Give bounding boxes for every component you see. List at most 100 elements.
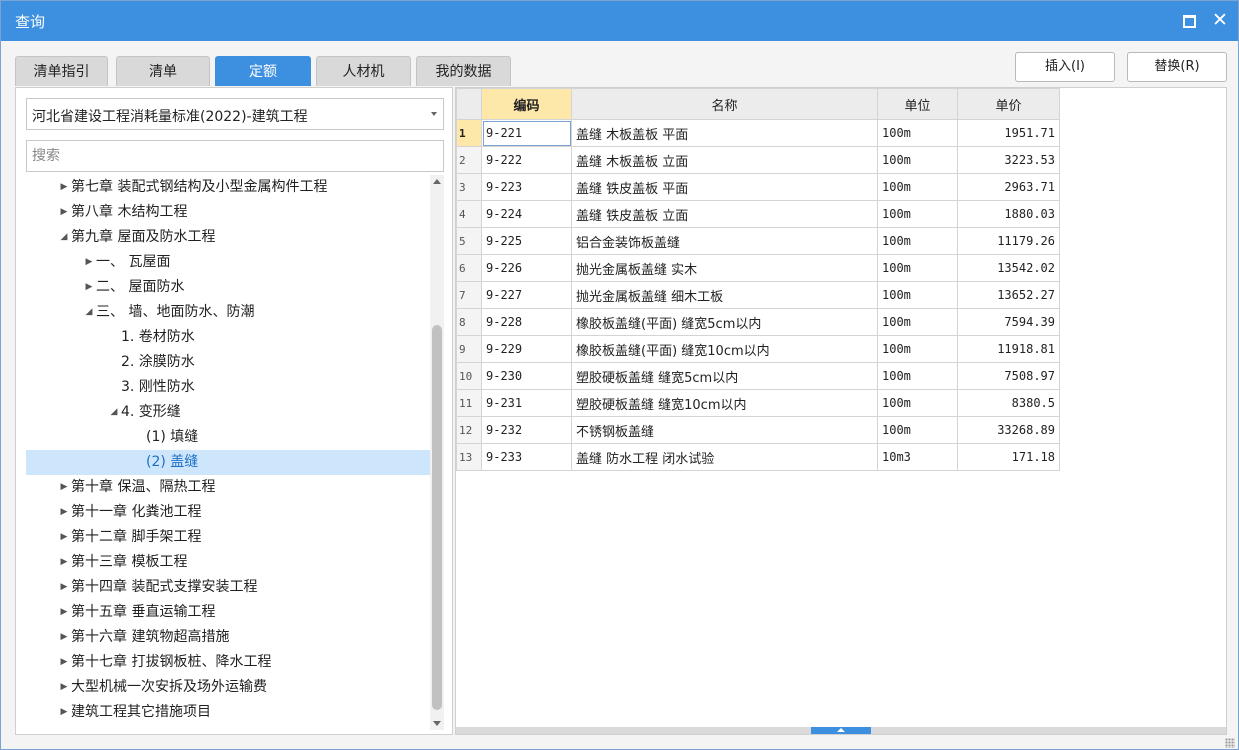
row-index[interactable]: 6 — [456, 254, 482, 282]
unit-cell[interactable]: 100m — [877, 200, 958, 228]
code-cell[interactable]: 9-222 — [481, 146, 572, 174]
row-index[interactable]: 5 — [456, 227, 482, 255]
row-index[interactable]: 11 — [456, 389, 482, 417]
name-cell[interactable]: 盖缝 防水工程 闭水试验 — [571, 443, 878, 471]
unit-cell[interactable]: 100m — [877, 308, 958, 336]
code-cell[interactable]: 9-230 — [481, 362, 572, 390]
code-cell[interactable]: 9-225 — [481, 227, 572, 255]
table-row[interactable]: 12 9-232 不锈钢板盖缝 100m 33268.89 — [456, 416, 1060, 444]
table-row[interactable]: 11 9-231 塑胶硬板盖缝 缝宽10cm以内 100m 8380.5 — [456, 389, 1060, 417]
code-cell[interactable]: 9-221 — [481, 119, 572, 147]
code-cell[interactable]: 9-223 — [481, 173, 572, 201]
tree-item[interactable]: ◢ 三、 墙、地面防水、防潮 — [26, 300, 430, 325]
tree-item[interactable]: ▶ 第十二章 脚手架工程 — [26, 525, 430, 550]
table-row[interactable]: 8 9-228 橡胶板盖缝(平面) 缝宽5cm以内 100m 7594.39 — [456, 308, 1060, 336]
header-unit[interactable]: 单位 — [877, 88, 958, 120]
collapsed-arrow-icon[interactable]: ▶ — [58, 200, 70, 225]
tab-quota[interactable]: 定额 — [215, 56, 311, 86]
tree-item[interactable]: 3. 刚性防水 — [26, 375, 430, 400]
expanded-arrow-icon[interactable]: ◢ — [83, 300, 95, 325]
price-cell[interactable]: 8380.5 — [957, 389, 1060, 417]
price-cell[interactable]: 33268.89 — [957, 416, 1060, 444]
table-row[interactable]: 2 9-222 盖缝 木板盖板 立面 100m 3223.53 — [456, 146, 1060, 174]
collapsed-arrow-icon[interactable]: ▶ — [58, 575, 70, 600]
unit-cell[interactable]: 10m3 — [877, 443, 958, 471]
code-cell[interactable]: 9-227 — [481, 281, 572, 309]
code-cell[interactable]: 9-229 — [481, 335, 572, 363]
table-row[interactable]: 3 9-223 盖缝 铁皮盖板 平面 100m 2963.71 — [456, 173, 1060, 201]
resize-grip-icon[interactable] — [1225, 738, 1235, 748]
name-cell[interactable]: 盖缝 木板盖板 平面 — [571, 119, 878, 147]
tree-item[interactable]: ▶ 第十四章 装配式支撑安装工程 — [26, 575, 430, 600]
code-cell[interactable]: 9-231 — [481, 389, 572, 417]
name-cell[interactable]: 不锈钢板盖缝 — [571, 416, 878, 444]
tree-item[interactable]: ▶ 第十一章 化粪池工程 — [26, 500, 430, 525]
row-index[interactable]: 8 — [456, 308, 482, 336]
name-cell[interactable]: 铝合金装饰板盖缝 — [571, 227, 878, 255]
maximize-icon[interactable] — [1183, 15, 1196, 28]
tree-item[interactable]: (2) 盖缝 — [26, 450, 430, 475]
row-index[interactable]: 3 — [456, 173, 482, 201]
price-cell[interactable]: 1880.03 — [957, 200, 1060, 228]
collapsed-arrow-icon[interactable]: ▶ — [83, 250, 95, 275]
table-row[interactable]: 4 9-224 盖缝 铁皮盖板 立面 100m 1880.03 — [456, 200, 1060, 228]
price-cell[interactable]: 171.18 — [957, 443, 1060, 471]
horizontal-scrollbar[interactable] — [456, 727, 1226, 734]
code-cell[interactable]: 9-232 — [481, 416, 572, 444]
tree-item[interactable]: ▶ 大型机械一次安拆及场外运输费 — [26, 675, 430, 700]
name-cell[interactable]: 橡胶板盖缝(平面) 缝宽5cm以内 — [571, 308, 878, 336]
tree-item[interactable]: ▶ 第八章 木结构工程 — [26, 200, 430, 225]
price-cell[interactable]: 7594.39 — [957, 308, 1060, 336]
scrollbar-thumb[interactable] — [432, 325, 442, 710]
table-row[interactable]: 5 9-225 铝合金装饰板盖缝 100m 11179.26 — [456, 227, 1060, 255]
price-cell[interactable]: 13542.02 — [957, 254, 1060, 282]
unit-cell[interactable]: 100m — [877, 173, 958, 201]
unit-cell[interactable]: 100m — [877, 416, 958, 444]
code-cell[interactable]: 9-233 — [481, 443, 572, 471]
row-index[interactable]: 1 — [456, 119, 482, 147]
unit-cell[interactable]: 100m — [877, 362, 958, 390]
collapsed-arrow-icon[interactable]: ▶ — [58, 475, 70, 500]
tab-bill[interactable]: 清单 — [116, 56, 210, 86]
price-cell[interactable]: 3223.53 — [957, 146, 1060, 174]
name-cell[interactable]: 塑胶硬板盖缝 缝宽5cm以内 — [571, 362, 878, 390]
table-row[interactable]: 9 9-229 橡胶板盖缝(平面) 缝宽10cm以内 100m 11918.81 — [456, 335, 1060, 363]
replace-button[interactable]: 替换(R) — [1127, 52, 1227, 82]
unit-cell[interactable]: 100m — [877, 281, 958, 309]
tree-item[interactable]: 2. 涂膜防水 — [26, 350, 430, 375]
collapsed-arrow-icon[interactable]: ▶ — [58, 650, 70, 675]
title-bar[interactable]: 查询 ✕ — [1, 1, 1238, 41]
name-cell[interactable]: 盖缝 铁皮盖板 立面 — [571, 200, 878, 228]
tree-item[interactable]: ▶ 第十章 保温、隔热工程 — [26, 475, 430, 500]
tree-item[interactable]: ▶ 第十三章 模板工程 — [26, 550, 430, 575]
unit-cell[interactable]: 100m — [877, 254, 958, 282]
search-input[interactable] — [26, 140, 444, 172]
unit-cell[interactable]: 100m — [877, 146, 958, 174]
tree-item[interactable]: ◢ 4. 变形缝 — [26, 400, 430, 425]
table-row[interactable]: 6 9-226 抛光金属板盖缝 实木 100m 13542.02 — [456, 254, 1060, 282]
collapse-handle[interactable] — [811, 727, 871, 734]
name-cell[interactable]: 橡胶板盖缝(平面) 缝宽10cm以内 — [571, 335, 878, 363]
unit-cell[interactable]: 100m — [877, 335, 958, 363]
collapsed-arrow-icon[interactable]: ▶ — [58, 625, 70, 650]
unit-cell[interactable]: 100m — [877, 389, 958, 417]
price-cell[interactable]: 13652.27 — [957, 281, 1060, 309]
tab-labor-material-machine[interactable]: 人材机 — [316, 56, 411, 86]
row-index[interactable]: 2 — [456, 146, 482, 174]
collapsed-arrow-icon[interactable]: ▶ — [58, 550, 70, 575]
code-cell[interactable]: 9-224 — [481, 200, 572, 228]
table-row[interactable]: 7 9-227 抛光金属板盖缝 细木工板 100m 13652.27 — [456, 281, 1060, 309]
tree-item[interactable]: ▶ 建筑工程其它措施项目 — [26, 700, 430, 725]
expanded-arrow-icon[interactable]: ◢ — [58, 225, 70, 250]
row-index[interactable]: 4 — [456, 200, 482, 228]
name-cell[interactable]: 盖缝 木板盖板 立面 — [571, 146, 878, 174]
collapsed-arrow-icon[interactable]: ▶ — [58, 500, 70, 525]
library-select[interactable]: 河北省建设工程消耗量标准(2022)-建筑工程 — [26, 98, 444, 130]
collapsed-arrow-icon[interactable]: ▶ — [58, 700, 70, 725]
tree-item[interactable]: ▶ 第七章 装配式钢结构及小型金属构件工程 — [26, 175, 430, 200]
scroll-up-icon[interactable] — [433, 179, 441, 184]
price-cell[interactable]: 11179.26 — [957, 227, 1060, 255]
price-cell[interactable]: 7508.97 — [957, 362, 1060, 390]
table-row[interactable]: 13 9-233 盖缝 防水工程 闭水试验 10m3 171.18 — [456, 443, 1060, 471]
name-cell[interactable]: 抛光金属板盖缝 细木工板 — [571, 281, 878, 309]
